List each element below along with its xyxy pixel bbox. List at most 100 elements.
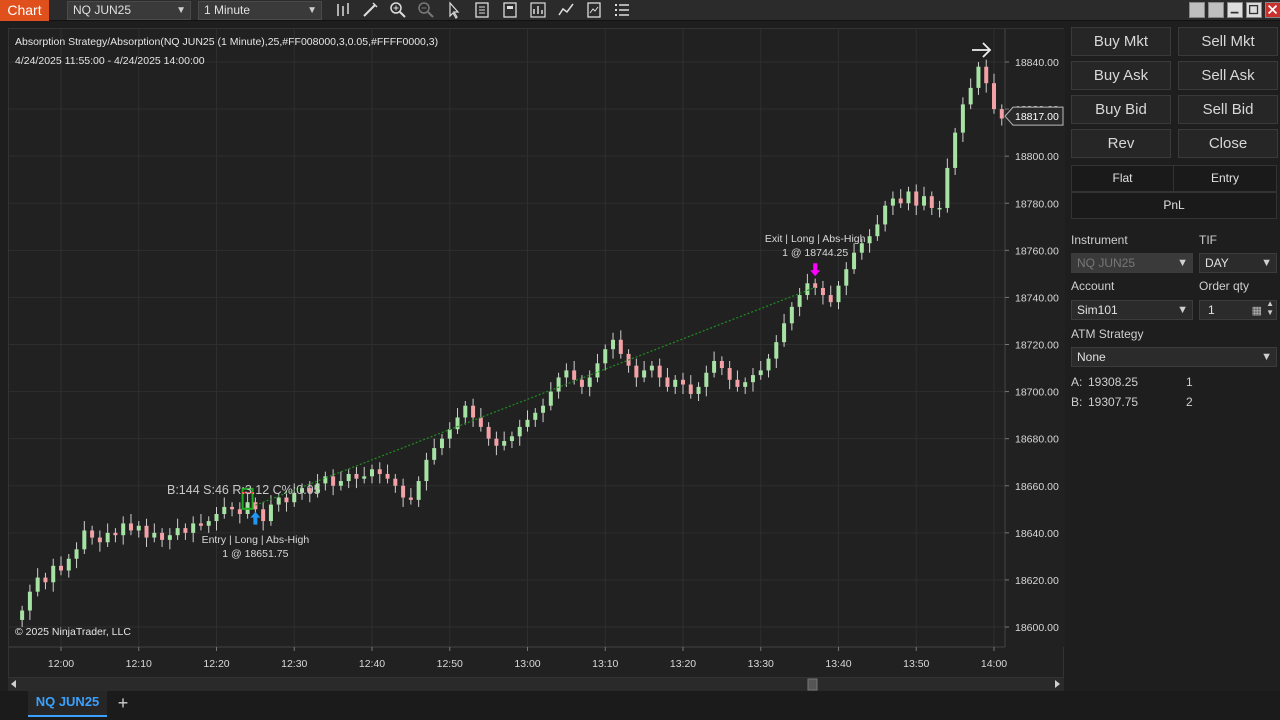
position-pnl: PnL xyxy=(1071,192,1277,219)
candle-down xyxy=(160,532,165,540)
price-tick-label: 18840.00 xyxy=(1015,57,1059,69)
instrument-field[interactable]: NQ JUN25 ▼ xyxy=(1071,253,1193,273)
candle-up xyxy=(136,525,141,531)
cursor-icon[interactable] xyxy=(445,1,465,20)
candle-up xyxy=(175,528,180,536)
tile-window-button[interactable] xyxy=(1189,2,1205,18)
candle-down xyxy=(914,191,919,206)
data-box-icon[interactable] xyxy=(473,1,493,20)
chevron-down-icon: ▼ xyxy=(1177,304,1188,316)
stepper-arrows-icon[interactable]: ▲ ▼ xyxy=(1266,299,1274,317)
scroll-right-icon[interactable] xyxy=(972,42,992,58)
candle-down xyxy=(144,525,149,538)
position-entry: Entry xyxy=(1173,165,1277,192)
candle-up xyxy=(976,66,981,88)
candle-up xyxy=(556,377,561,392)
strategies-icon[interactable] xyxy=(529,1,549,20)
time-tick-label: 12:00 xyxy=(48,658,74,670)
candle-down xyxy=(408,497,413,500)
account-select-value: Sim101 xyxy=(1077,303,1118,317)
rev-button[interactable]: Rev xyxy=(1071,129,1171,158)
close-icon[interactable] xyxy=(1265,2,1280,18)
time-tick-label: 13:00 xyxy=(514,658,540,670)
atm-strategy-select[interactable]: None ▼ xyxy=(1071,347,1277,367)
price-tick-label: 18800.00 xyxy=(1015,151,1059,163)
candle-up xyxy=(276,497,281,505)
candle-down xyxy=(478,417,483,427)
candle-down xyxy=(43,577,48,583)
buy-ask-button[interactable]: Buy Ask xyxy=(1071,61,1171,90)
candle-up xyxy=(191,523,196,533)
buy-mkt-button[interactable]: Buy Mkt xyxy=(1071,27,1171,56)
candle-down xyxy=(681,379,685,385)
time-tick-label: 13:40 xyxy=(825,658,851,670)
trade-line xyxy=(255,286,816,506)
candle-up xyxy=(766,358,771,371)
account-select[interactable]: Sim101 ▼ xyxy=(1071,300,1193,320)
chart-panel[interactable]: B:144 S:46 R:3.12 C%:0.05 Entry | Long | … xyxy=(8,28,1065,679)
draw-tools-icon[interactable] xyxy=(361,1,381,20)
atm-strategy-value: None xyxy=(1077,350,1106,364)
tif-select[interactable]: DAY ▼ xyxy=(1199,253,1277,273)
candle-down xyxy=(572,370,577,380)
interval-selector[interactable]: 1 Minute ▼ xyxy=(198,1,322,20)
candle-up xyxy=(743,382,748,387)
cascade-window-button[interactable] xyxy=(1208,2,1224,18)
time-tick-label: 12:30 xyxy=(281,658,307,670)
candles xyxy=(20,59,1004,627)
horizontal-scrollbar[interactable] xyxy=(8,678,1064,691)
indicators-icon[interactable] xyxy=(557,1,577,20)
close-position-button[interactable]: Close xyxy=(1178,129,1278,158)
candle-up xyxy=(121,523,126,536)
menu-icon[interactable] xyxy=(613,1,633,20)
candle-up xyxy=(922,196,927,206)
sell-mkt-button[interactable]: Sell Mkt xyxy=(1178,27,1278,56)
time-tick-label: 12:50 xyxy=(437,658,463,670)
candle-down xyxy=(618,339,623,354)
candle-up xyxy=(424,459,429,482)
buy-bid-button[interactable]: Buy Bid xyxy=(1071,95,1171,124)
date-range: 4/24/2025 11:55:00 - 4/24/2025 14:00:00 xyxy=(15,55,205,67)
calculator-icon[interactable]: ▦ xyxy=(1252,302,1262,320)
chevron-down-icon: ▼ xyxy=(176,5,186,16)
candle-down xyxy=(393,478,398,486)
add-tab-button[interactable]: + xyxy=(112,691,134,715)
chevron-down-icon: ▼ xyxy=(1261,257,1272,269)
candle-down xyxy=(471,405,476,418)
sell-ask-button[interactable]: Sell Ask xyxy=(1178,61,1278,90)
bid-price: 19307.75 xyxy=(1088,395,1139,409)
candle-down xyxy=(113,532,118,536)
candle-down xyxy=(401,485,406,498)
candle-down xyxy=(828,295,833,303)
candle-up xyxy=(222,506,227,514)
minimize-button[interactable] xyxy=(1227,2,1243,18)
candle-up xyxy=(883,205,888,225)
tab-nq-jun25[interactable]: NQ JUN25 xyxy=(28,691,107,717)
price-chart[interactable]: B:144 S:46 R:3.12 C%:0.05 Entry | Long | … xyxy=(9,29,1065,679)
instrument-label: Instrument xyxy=(1071,233,1128,247)
zoom-in-icon[interactable] xyxy=(389,1,409,20)
candle-up xyxy=(541,405,546,413)
candle-up xyxy=(937,207,942,210)
time-axis: 12:00 12:10 12:20 12:30 12:40 12:50 13:00 13:10… xyxy=(48,647,1007,670)
chart-menu-button[interactable]: Chart xyxy=(0,0,49,21)
bar-type-icon[interactable] xyxy=(334,1,354,20)
properties-icon[interactable] xyxy=(501,1,521,20)
zoom-out-icon[interactable] xyxy=(417,1,437,20)
maximize-button[interactable] xyxy=(1246,2,1262,18)
candle-up xyxy=(867,236,872,244)
candle-down xyxy=(719,360,724,369)
price-tick-label: 18680.00 xyxy=(1015,434,1059,446)
order-qty-label: Order qty xyxy=(1199,279,1250,293)
order-qty-stepper[interactable]: 1 ▦ ▲ ▼ xyxy=(1199,299,1277,320)
candle-down xyxy=(253,502,258,510)
instrument-selector[interactable]: NQ JUN25 ▼ xyxy=(67,1,191,20)
sell-bid-button[interactable]: Sell Bid xyxy=(1178,95,1278,124)
candle-up xyxy=(346,473,351,482)
candle-down xyxy=(230,506,235,510)
candle-up xyxy=(338,481,343,486)
candle-up xyxy=(750,375,755,383)
candle-up xyxy=(35,577,40,592)
candle-up xyxy=(416,481,421,500)
templates-icon[interactable] xyxy=(585,1,605,20)
